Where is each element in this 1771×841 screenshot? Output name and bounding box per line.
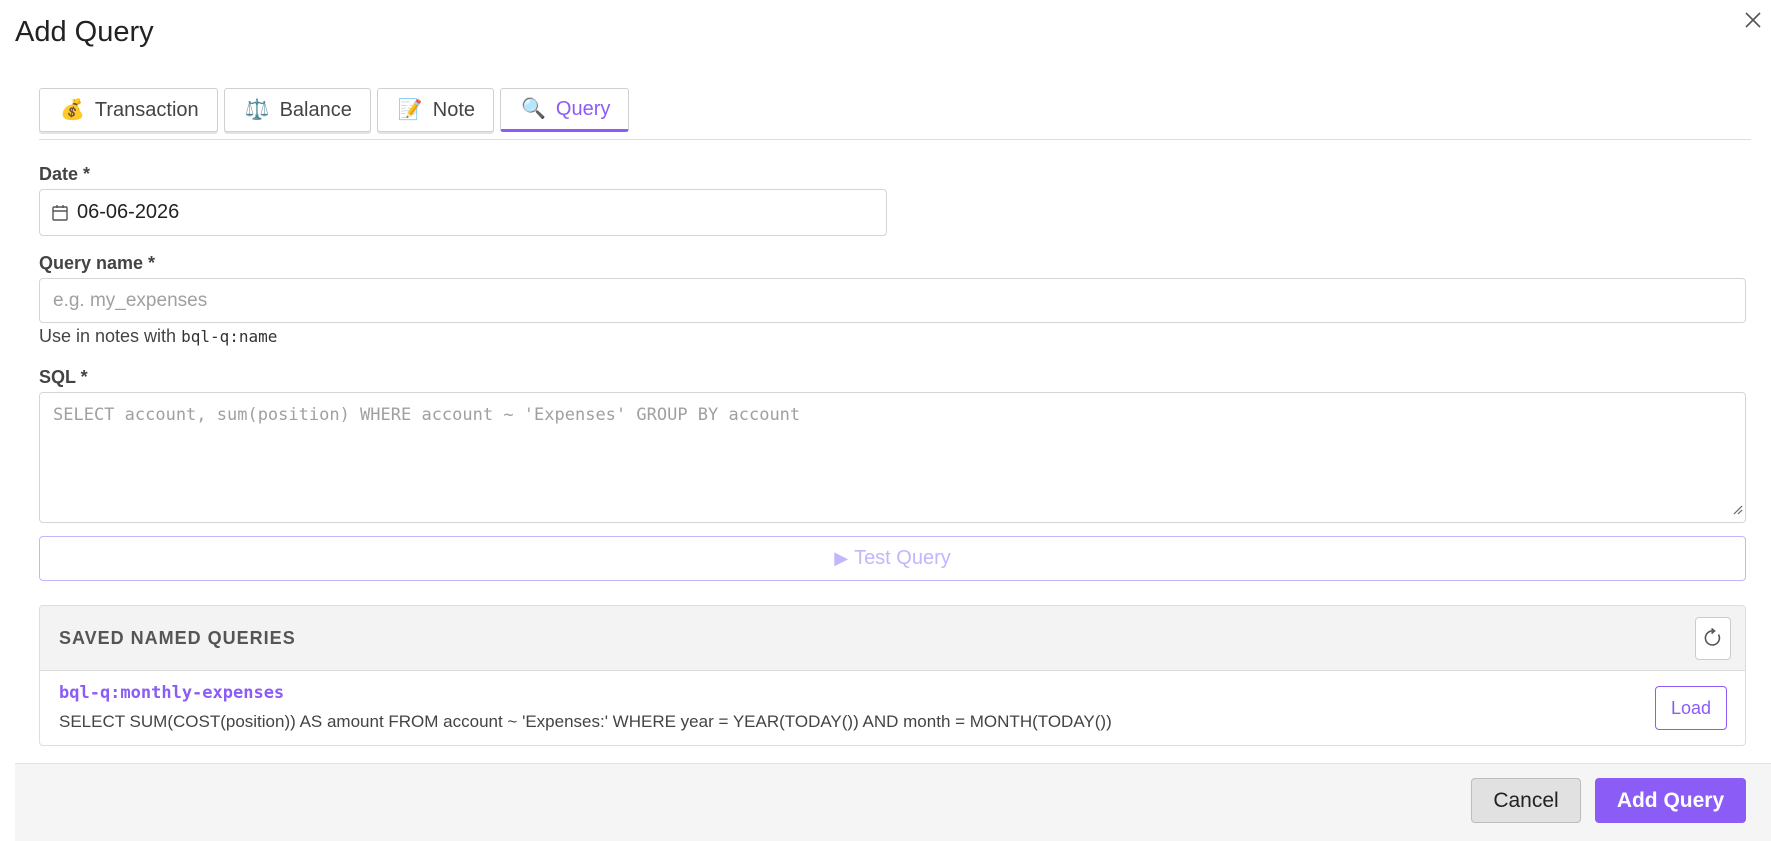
date-value: 06-06-2026 [77, 201, 180, 223]
load-query-button[interactable]: Load [1655, 686, 1727, 730]
saved-queries-title: SAVED NAMED QUERIES [59, 627, 296, 648]
tabs-divider [39, 139, 1751, 140]
memo-icon: 📝 [397, 99, 423, 121]
calendar-icon [52, 204, 68, 221]
sql-placeholder: SELECT account, sum(position) WHERE acco… [53, 405, 801, 425]
sql-textarea[interactable]: SELECT account, sum(position) WHERE acco… [39, 392, 1746, 523]
tab-balance[interactable]: ⚖️ Balance [223, 88, 371, 132]
tab-note[interactable]: 📝 Note [376, 88, 494, 132]
saved-queries-header: SAVED NAMED QUERIES [40, 606, 1745, 671]
tab-label: Balance [279, 98, 352, 121]
query-name-help: Use in notes with bql-q:name [39, 326, 277, 347]
date-label: Date * [39, 164, 91, 184]
tab-label: Note [432, 98, 475, 121]
tab-label: Transaction [94, 98, 199, 121]
query-name-label: Query name * [39, 253, 156, 273]
help-text: Use in notes with [39, 326, 182, 346]
dialog-footer: Cancel Add Query [15, 763, 1771, 841]
tab-transaction[interactable]: 💰 Transaction [39, 88, 218, 132]
close-icon [1745, 12, 1761, 28]
sql-label: SQL * [39, 367, 88, 387]
saved-query-sql: SELECT SUM(COST(position)) AS amount FRO… [59, 712, 1112, 731]
saved-query-name: bql-q:monthly-expenses [59, 683, 285, 703]
cancel-button[interactable]: Cancel [1471, 778, 1581, 823]
test-query-button[interactable]: ▶ Test Query [39, 536, 1746, 581]
tab-query[interactable]: 🔍 Query [500, 88, 630, 132]
tab-label: Query [555, 97, 611, 120]
refresh-icon [1704, 628, 1721, 646]
money-bag-icon: 💰 [60, 99, 85, 121]
add-query-button[interactable]: Add Query [1595, 778, 1746, 823]
test-query-label: Test Query [854, 547, 951, 569]
magnifier-icon: 🔍 [521, 98, 546, 120]
query-name-input[interactable]: e.g. my_expenses [39, 278, 1746, 323]
date-field[interactable]: 06-06-2026 [39, 189, 887, 236]
saved-queries-panel: SAVED NAMED QUERIES bql-q:monthly-expens… [39, 605, 1746, 746]
close-button[interactable] [1738, 5, 1768, 35]
entry-type-tabs: 💰 Transaction ⚖️ Balance 📝 Note 🔍 Query [39, 88, 630, 134]
help-code: bql-q:name [181, 327, 278, 346]
saved-query-item: bql-q:monthly-expenses SELECT SUM(COST(p… [40, 671, 1745, 745]
resize-grip-icon[interactable] [1731, 502, 1743, 520]
play-icon: ▶ [834, 548, 849, 568]
dialog-title: Add Query [15, 16, 154, 48]
query-name-placeholder: e.g. my_expenses [53, 289, 208, 311]
scales-icon: ⚖️ [244, 99, 270, 121]
refresh-button[interactable] [1695, 616, 1731, 660]
